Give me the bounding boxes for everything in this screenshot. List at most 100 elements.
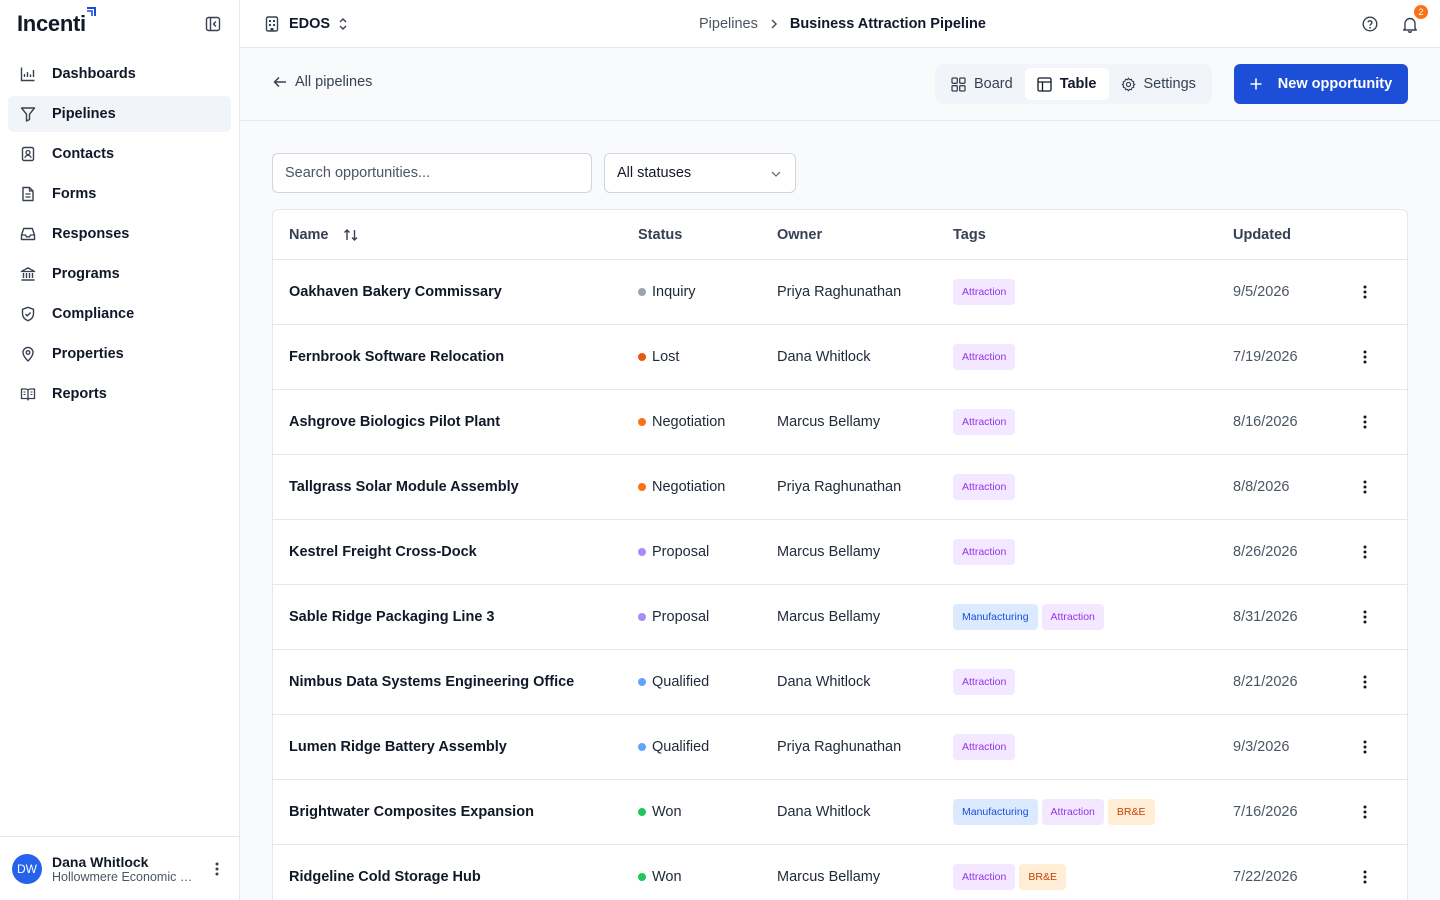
status-cell: Won [638, 845, 682, 900]
sort-icon[interactable] [343, 228, 359, 242]
tags-cell: Manufacturing Attraction [953, 585, 1104, 649]
table-row[interactable]: Brightwater Composites Expansion Won Dana … [273, 780, 1407, 845]
opportunity-name[interactable]: Oakhaven Bakery Commissary [289, 260, 502, 324]
search-input[interactable] [272, 153, 592, 193]
status-label: Won [652, 869, 682, 885]
status-dot [638, 288, 646, 296]
status-cell: Negotiation [638, 390, 725, 454]
column-header-tags: Tags [953, 227, 986, 243]
updated-cell: 8/31/2026 [1233, 609, 1298, 625]
back-to-pipelines-link[interactable]: All pipelines [273, 74, 372, 90]
table-header: Name Status Owner Tags Updated [273, 210, 1407, 260]
opportunity-name[interactable]: Lumen Ridge Battery Assembly [289, 715, 507, 779]
column-header-name[interactable]: Name [289, 210, 359, 260]
building-icon [265, 15, 279, 32]
sidebar-item-contacts[interactable]: Contacts [8, 136, 231, 172]
tag-badge: Attraction [953, 734, 1016, 760]
opportunity-name[interactable]: Tallgrass Solar Module Assembly [289, 455, 519, 519]
table-row[interactable]: Tallgrass Solar Module Assembly Negotiati… [273, 455, 1407, 520]
opportunity-name[interactable]: Ashgrove Biologics Pilot Plant [289, 390, 500, 454]
sidebar-item-label: Pipelines [52, 106, 116, 122]
row-actions-icon[interactable] [1355, 455, 1375, 519]
logo[interactable]: Incenti [17, 7, 96, 37]
row-actions-icon[interactable] [1355, 390, 1375, 454]
org-switcher[interactable]: EDOS [265, 16, 348, 32]
grid-icon [951, 76, 966, 92]
help-icon[interactable] [1360, 14, 1380, 34]
opportunity-name[interactable]: Kestrel Freight Cross-Dock [289, 520, 477, 584]
status-label: Negotiation [652, 479, 726, 495]
sidebar-item-reports[interactable]: Reports [8, 376, 231, 412]
sidebar-item-programs[interactable]: Programs [8, 256, 231, 292]
status-label: Negotiation [652, 414, 726, 430]
status-cell: Lost [638, 325, 679, 389]
user-org: Hollowmere Economic Development [52, 869, 194, 884]
tag-badge: Manufacturing [953, 799, 1038, 825]
status-label: Proposal [652, 544, 710, 560]
logo-arrow-icon [86, 7, 96, 16]
status-dot [638, 548, 646, 556]
row-actions-icon[interactable] [1355, 715, 1375, 779]
row-actions-icon[interactable] [1355, 520, 1375, 584]
row-actions-icon[interactable] [1355, 260, 1375, 324]
user-profile[interactable]: DW Dana Whitlock Hollowmere Economic Dev… [0, 836, 239, 900]
collapse-sidebar-icon[interactable] [203, 14, 223, 34]
gear-icon [1121, 77, 1136, 92]
tab-label: Board [974, 76, 1013, 92]
opportunity-name[interactable]: Sable Ridge Packaging Line 3 [289, 585, 494, 649]
table-icon [1037, 76, 1052, 92]
table-row[interactable]: Kestrel Freight Cross-Dock Proposal Marcus… [273, 520, 1407, 585]
tags-cell: Attraction [953, 455, 1016, 519]
opportunity-name[interactable]: Brightwater Composites Expansion [289, 780, 534, 844]
status-filter-select[interactable]: All statuses [604, 153, 796, 193]
sidebar-item-dashboards[interactable]: Dashboards [8, 56, 231, 92]
opportunity-name[interactable]: Nimbus Data Systems Engineering Office [289, 650, 574, 714]
sidebar-item-compliance[interactable]: Compliance [8, 296, 231, 332]
sidebar-item-forms[interactable]: Forms [8, 176, 231, 212]
status-label: Proposal [652, 609, 710, 625]
sidebar-item-responses[interactable]: Responses [8, 216, 231, 252]
table-row[interactable]: Lumen Ridge Battery Assembly Qualified Pri… [273, 715, 1407, 780]
table-row[interactable]: Ridgeline Cold Storage Hub Won Marcus Bell… [273, 845, 1407, 900]
tag-badge: BR&E [1107, 799, 1155, 825]
opportunity-name[interactable]: Fernbrook Software Relocation [289, 325, 504, 389]
tag-badge: Attraction [953, 344, 1016, 370]
column-header-status: Status [638, 227, 683, 243]
breadcrumb-current: Business Attraction Pipeline [789, 16, 986, 32]
status-dot [638, 678, 646, 686]
tags-cell: Attraction [953, 715, 1016, 779]
table-row[interactable]: Ashgrove Biologics Pilot Plant Negotiatio… [273, 390, 1407, 455]
updated-cell: 7/19/2026 [1233, 349, 1298, 365]
table-body: Oakhaven Bakery Commissary Inquiry Priya R… [273, 260, 1407, 900]
status-cell: Qualified [638, 715, 709, 779]
table-row[interactable]: Oakhaven Bakery Commissary Inquiry Priya R… [273, 260, 1407, 325]
new-opportunity-button[interactable]: New opportunity [1234, 64, 1408, 104]
row-actions-icon[interactable] [1355, 780, 1375, 844]
bell-icon[interactable]: 2 [1400, 5, 1428, 34]
status-label: Qualified [652, 739, 710, 755]
sidebar-item-pipelines[interactable]: Pipelines [8, 96, 231, 132]
tab-label: Settings [1143, 76, 1196, 92]
table-row[interactable]: Nimbus Data Systems Engineering Office Qu… [273, 650, 1407, 715]
status-dot [638, 743, 646, 751]
chevron-down-icon [771, 165, 781, 181]
table-row[interactable]: Sable Ridge Packaging Line 3 Proposal Marc… [273, 585, 1407, 650]
breadcrumb-pipelines[interactable]: Pipelines [699, 16, 758, 32]
tags-cell: Attraction [953, 520, 1016, 584]
tab-settings[interactable]: Settings [1109, 68, 1208, 100]
owner-cell: Marcus Bellamy [777, 869, 881, 885]
row-actions-icon[interactable] [1355, 845, 1375, 900]
tab-table[interactable]: Table [1024, 68, 1109, 100]
row-actions-icon[interactable] [1355, 325, 1375, 389]
tab-board[interactable]: Board [939, 68, 1025, 100]
updated-cell: 7/22/2026 [1233, 869, 1298, 885]
opportunity-name[interactable]: Ridgeline Cold Storage Hub [289, 845, 481, 900]
row-actions-icon[interactable] [1355, 585, 1375, 649]
breadcrumb: Pipelines Business Attraction Pipeline [699, 0, 986, 48]
row-actions-icon[interactable] [1355, 650, 1375, 714]
status-cell: Won [638, 780, 682, 844]
table-row[interactable]: Fernbrook Software Relocation Lost Dana Wh… [273, 325, 1407, 390]
user-menu-icon[interactable] [207, 859, 227, 879]
tags-cell: Attraction [953, 325, 1016, 389]
sidebar-item-properties[interactable]: Properties [8, 336, 231, 372]
